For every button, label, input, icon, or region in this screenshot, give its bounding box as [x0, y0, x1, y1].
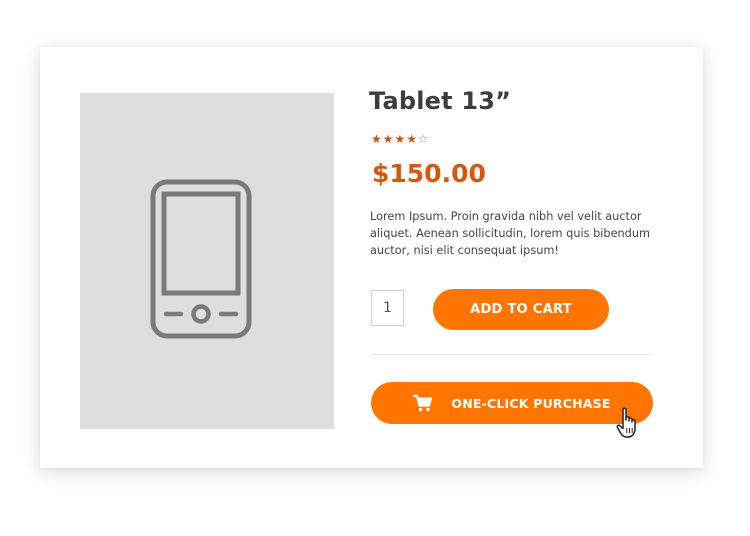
product-title: Tablet 13” — [369, 87, 512, 115]
hand-pointer-icon — [616, 406, 642, 444]
smartphone-icon — [150, 179, 252, 339]
add-to-cart-button[interactable]: ADD TO CART — [433, 289, 609, 330]
product-price: $150.00 — [372, 159, 486, 188]
product-card: Tablet 13” ★★★★☆ $150.00 Lorem Ipsum. Pr… — [40, 47, 703, 468]
cart-icon — [413, 394, 433, 412]
product-image — [80, 93, 334, 429]
rating-stars-filled: ★★★★ — [371, 132, 419, 146]
add-to-cart-label: ADD TO CART — [470, 302, 572, 317]
one-click-purchase-button[interactable]: ONE-CLICK PURCHASE — [371, 382, 653, 424]
product-description: Lorem Ipsum. Proin gravida nibh vel veli… — [370, 210, 651, 257]
one-click-purchase-label: ONE-CLICK PURCHASE — [451, 395, 611, 411]
quantity-input[interactable] — [371, 290, 404, 326]
rating-stars: ★★★★☆ — [371, 132, 430, 146]
divider — [372, 354, 651, 355]
rating-star-empty: ☆ — [418, 132, 430, 146]
